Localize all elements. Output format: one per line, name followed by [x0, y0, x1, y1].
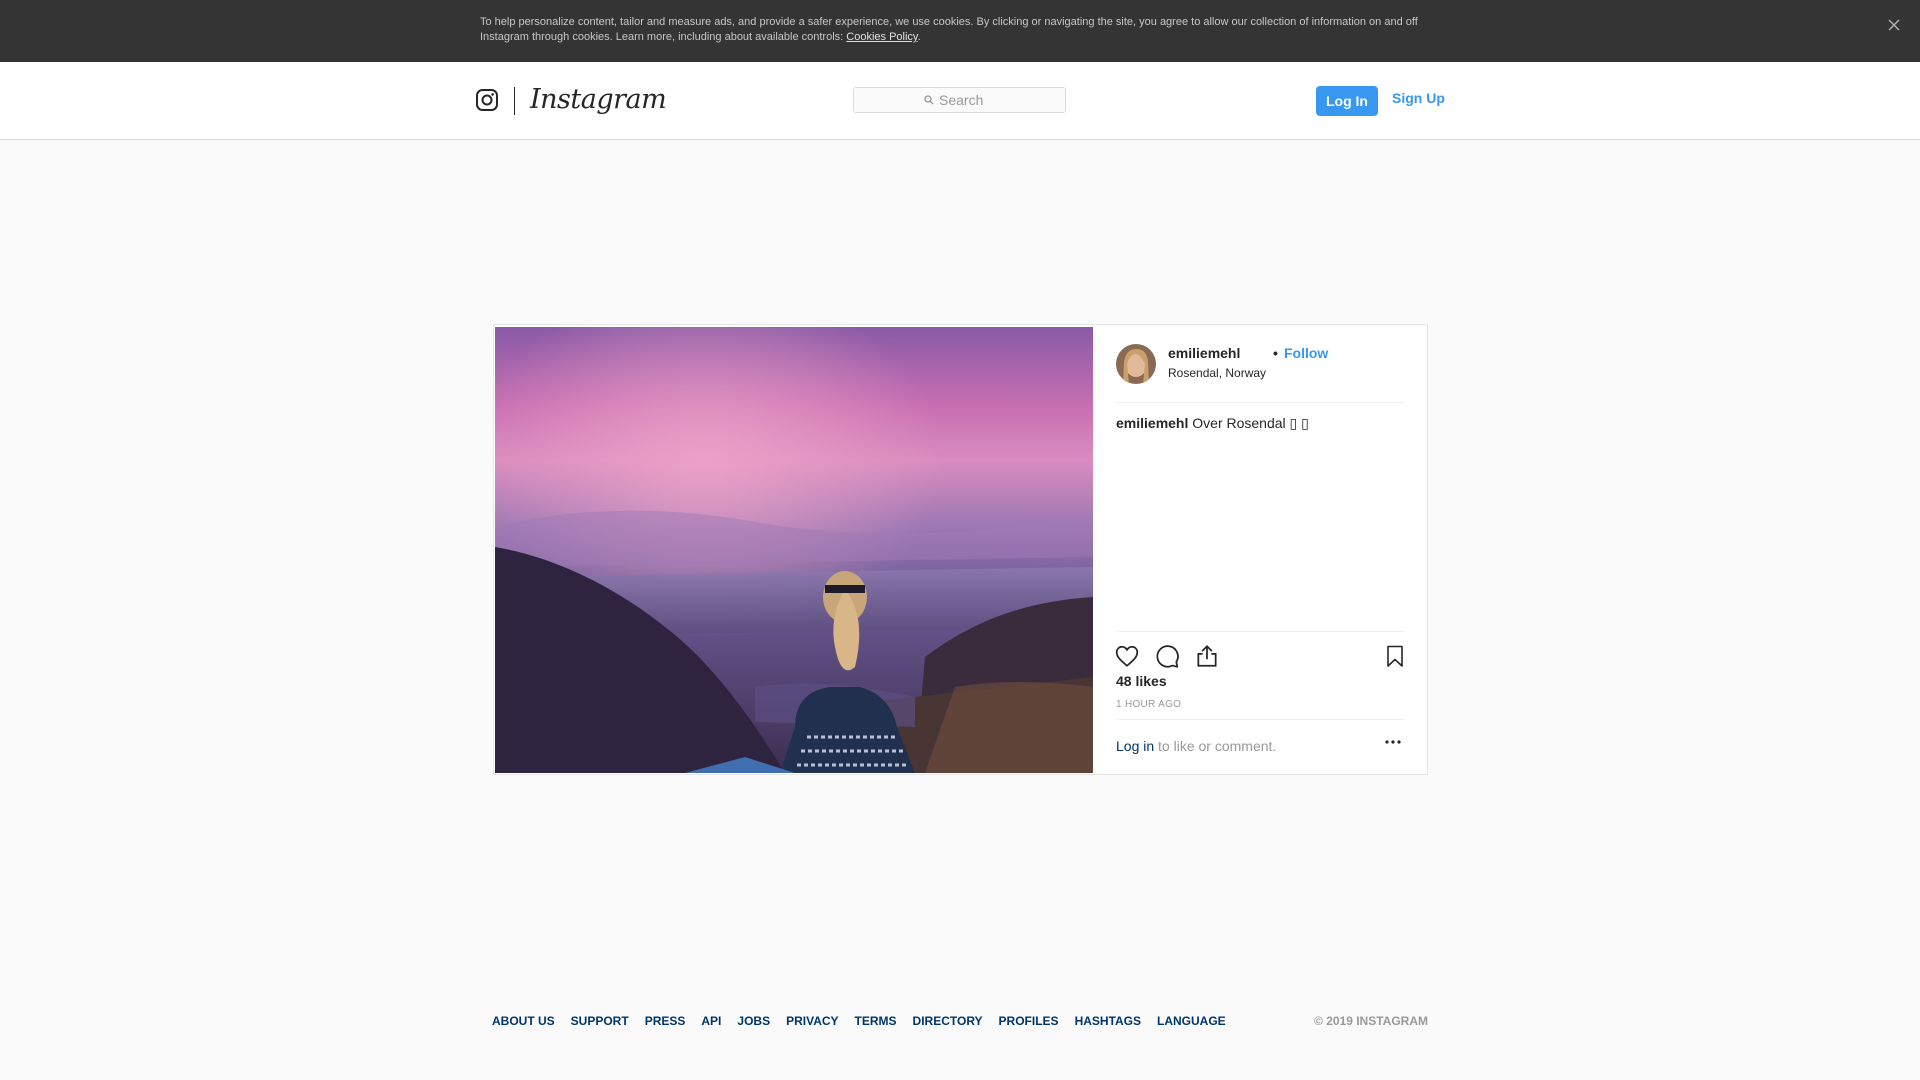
post-photo[interactable]	[495, 327, 1093, 773]
top-nav: Instagram Search Log In Sign Up	[0, 62, 1920, 140]
instagram-glyph-icon[interactable]	[475, 88, 499, 112]
footer-link-support[interactable]: SUPPORT	[571, 1014, 629, 1028]
like-count[interactable]: 48 likes	[1116, 673, 1167, 689]
copyright: © 2019 INSTAGRAM	[1314, 1014, 1428, 1028]
cookie-message: To help personalize content, tailor and …	[480, 16, 1418, 43]
footer-link-hashtags[interactable]: HASHTAGS	[1075, 1014, 1141, 1028]
sign-up-link[interactable]: Sign Up	[1392, 90, 1445, 106]
footer-link-privacy[interactable]: PRIVACY	[786, 1014, 838, 1028]
more-options-icon[interactable]	[1384, 739, 1402, 745]
logo-separator	[514, 87, 515, 115]
caption-username[interactable]: emiliemehl	[1116, 415, 1188, 431]
cookie-text: To help personalize content, tailor and …	[480, 15, 1425, 45]
post-location[interactable]: Rosendal, Norway	[1168, 366, 1266, 380]
comment-icon[interactable]	[1154, 643, 1180, 669]
divider	[1116, 631, 1405, 632]
follow-button[interactable]: Follow	[1284, 345, 1328, 361]
search-input[interactable]: Search	[853, 87, 1066, 113]
footer-link-about-us[interactable]: ABOUT US	[492, 1014, 555, 1028]
footer-link-jobs[interactable]: JOBS	[737, 1014, 770, 1028]
footer-link-press[interactable]: PRESS	[645, 1014, 686, 1028]
post-card: emiliemehl • Follow Rosendal, Norway emi…	[493, 324, 1428, 775]
footer-link-language[interactable]: LANGUAGE	[1157, 1014, 1226, 1028]
instagram-wordmark[interactable]: Instagram	[530, 84, 667, 115]
footer-link-profiles[interactable]: PROFILES	[999, 1014, 1059, 1028]
close-icon[interactable]	[1886, 17, 1902, 33]
post-image	[495, 327, 1093, 773]
footer: ABOUT US SUPPORT PRESS API JOBS PRIVACY …	[492, 1014, 1428, 1030]
footer-link-directory[interactable]: DIRECTORY	[913, 1014, 983, 1028]
caption-text: Over Rosendal ▯ ▯	[1188, 415, 1309, 431]
search-placeholder: Search	[939, 92, 984, 108]
login-prompt: Log in to like or comment.	[1116, 738, 1276, 754]
share-icon[interactable]	[1194, 643, 1220, 669]
post-sidebar: emiliemehl • Follow Rosendal, Norway emi…	[1094, 325, 1427, 774]
cookie-suffix: .	[917, 31, 921, 43]
username-separator: •	[1273, 345, 1278, 361]
post-caption: emiliemehl Over Rosendal ▯ ▯	[1116, 415, 1309, 432]
search-icon	[924, 95, 934, 105]
heart-icon[interactable]	[1114, 643, 1140, 669]
log-in-button[interactable]: Log In	[1316, 86, 1378, 116]
login-prompt-text: to like or comment.	[1154, 738, 1277, 754]
cookies-policy-link[interactable]: Cookies Policy	[846, 31, 917, 43]
post-username[interactable]: emiliemehl	[1168, 345, 1240, 361]
footer-link-api[interactable]: API	[701, 1014, 721, 1028]
post-timestamp: 1 HOUR AGO	[1116, 699, 1182, 710]
footer-link-terms[interactable]: TERMS	[855, 1014, 897, 1028]
log-in-link[interactable]: Log in	[1116, 738, 1154, 754]
avatar[interactable]	[1116, 344, 1156, 384]
cookie-banner: To help personalize content, tailor and …	[0, 0, 1920, 62]
footer-links: ABOUT US SUPPORT PRESS API JOBS PRIVACY …	[492, 1014, 1242, 1028]
bookmark-icon[interactable]	[1383, 643, 1407, 669]
divider	[1116, 719, 1405, 720]
divider	[1116, 402, 1405, 403]
